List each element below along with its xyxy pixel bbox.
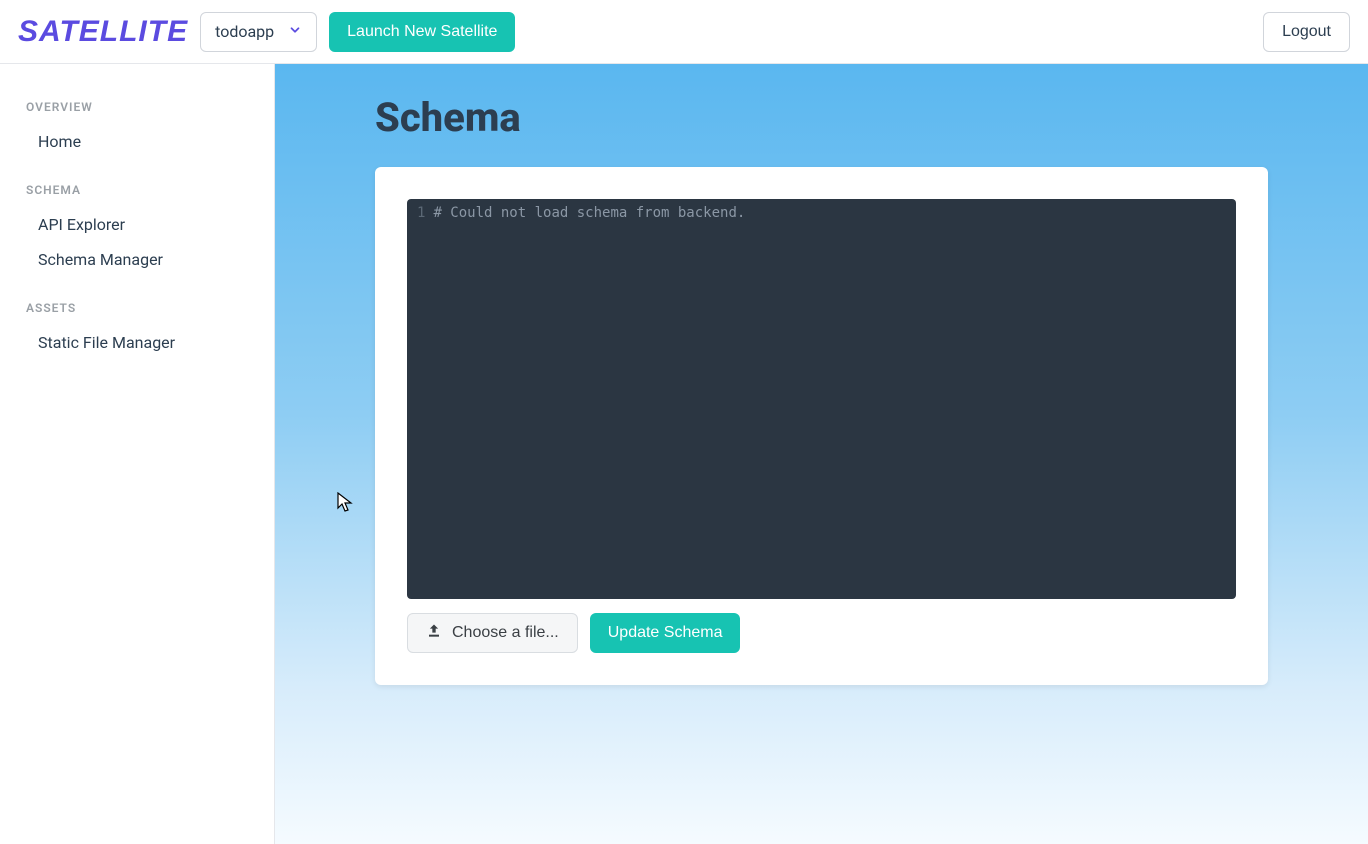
update-schema-label: Update Schema xyxy=(608,624,723,642)
main-content: Schema 1 # Could not load schema from bac… xyxy=(275,64,1368,844)
schema-card: 1 # Could not load schema from backend. C… xyxy=(375,167,1268,685)
sidebar-item-home[interactable]: Home xyxy=(0,124,274,159)
body-area: OVERVIEW Home SCHEMA API Explorer Schema… xyxy=(0,64,1368,844)
launch-new-satellite-button[interactable]: Launch New Satellite xyxy=(329,12,515,52)
project-selector[interactable]: todoapp xyxy=(200,12,317,52)
logout-button[interactable]: Logout xyxy=(1263,12,1350,52)
logout-button-label: Logout xyxy=(1282,23,1331,41)
choose-file-button[interactable]: Choose a file... xyxy=(407,613,578,653)
sidebar-section-overview: OVERVIEW xyxy=(0,94,274,124)
editor-line-text: # Could not load schema from backend. xyxy=(433,205,745,221)
schema-editor[interactable]: 1 # Could not load schema from backend. xyxy=(407,199,1236,599)
editor-line-number: 1 xyxy=(417,205,425,221)
sidebar-section-assets: ASSETS xyxy=(0,295,274,325)
update-schema-button[interactable]: Update Schema xyxy=(590,613,741,653)
sidebar-item-static-file-manager[interactable]: Static File Manager xyxy=(0,325,274,360)
top-bar: SATELLITE todoapp Launch New Satellite L… xyxy=(0,0,1368,64)
sidebar: OVERVIEW Home SCHEMA API Explorer Schema… xyxy=(0,64,275,844)
page-title: Schema xyxy=(375,94,1268,141)
chevron-down-icon xyxy=(288,22,302,41)
sidebar-section-schema: SCHEMA xyxy=(0,177,274,207)
schema-card-actions: Choose a file... Update Schema xyxy=(407,613,1236,653)
choose-file-label: Choose a file... xyxy=(452,624,559,642)
sidebar-item-schema-manager[interactable]: Schema Manager xyxy=(0,242,274,277)
launch-button-label: Launch New Satellite xyxy=(347,23,497,41)
sidebar-item-api-explorer[interactable]: API Explorer xyxy=(0,207,274,242)
logo: SATELLITE xyxy=(18,15,188,49)
upload-icon xyxy=(426,623,442,644)
project-selected-value: todoapp xyxy=(215,22,274,41)
